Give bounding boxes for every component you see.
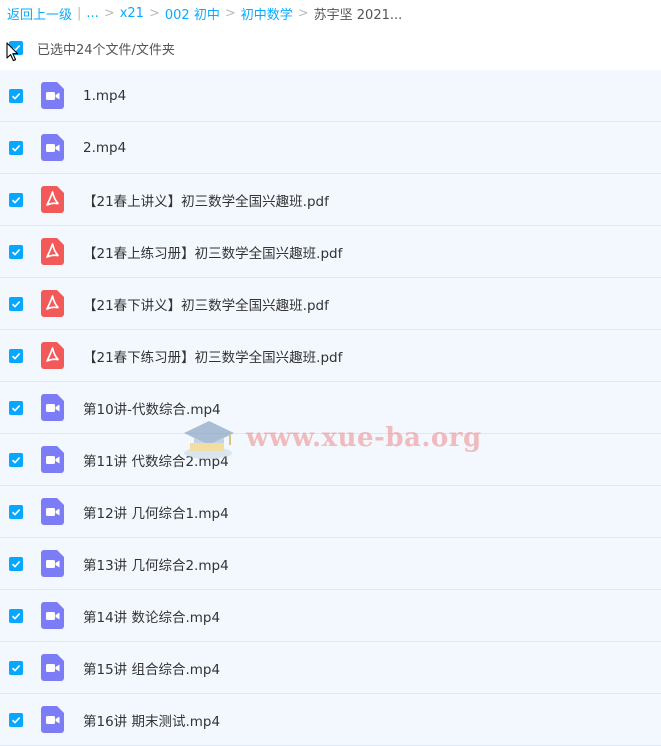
chevron-right-icon: >: [103, 5, 115, 21]
breadcrumb: 返回上一级 | ... > x21 > 002 初中 > 初中数学 > 苏宇坚 …: [0, 0, 661, 26]
mouse-cursor-icon: [6, 42, 19, 62]
video-file-icon: [41, 82, 64, 109]
file-row[interactable]: 第10讲-代数综合.mp4: [0, 382, 661, 434]
pdf-file-icon: [41, 342, 64, 369]
file-row[interactable]: 【21春上练习册】初三数学全国兴趣班.pdf: [0, 226, 661, 278]
chevron-right-icon: >: [224, 5, 236, 21]
breadcrumb-item-x21[interactable]: x21: [120, 6, 144, 21]
file-list: 1.mp4 2.mp4 【21春上讲义】初三数学全国兴趣班.pdf 【21春上练习册】…: [0, 70, 661, 746]
chevron-right-icon: >: [148, 5, 160, 21]
checkbox-checked-icon: [11, 508, 21, 516]
file-row[interactable]: 第14讲 数论综合.mp4: [0, 590, 661, 642]
file-checkbox[interactable]: [9, 660, 23, 675]
checkbox-checked-icon: [11, 664, 21, 672]
video-file-icon: [41, 446, 64, 473]
file-name[interactable]: 【21春上讲义】初三数学全国兴趣班.pdf: [83, 190, 329, 210]
file-name[interactable]: 1.mp4: [83, 88, 126, 104]
file-name[interactable]: 第14讲 数论综合.mp4: [83, 606, 220, 626]
selection-bar: 已选中24个文件/文件夹: [0, 26, 661, 70]
checkbox-checked-icon: [11, 560, 21, 568]
back-link[interactable]: 返回上一级: [7, 4, 72, 23]
pdf-file-icon: [41, 290, 64, 317]
selection-count-text: 已选中24个文件/文件夹: [37, 42, 175, 58]
file-checkbox[interactable]: [9, 296, 23, 311]
video-file-icon: [41, 498, 64, 525]
checkbox-checked-icon: [11, 612, 21, 620]
video-file-icon: [41, 602, 64, 629]
pdf-file-icon: [41, 238, 64, 265]
checkbox-checked-icon: [11, 92, 21, 100]
file-name[interactable]: 第11讲 代数综合2.mp4: [83, 450, 229, 470]
video-file-icon: [41, 394, 64, 421]
file-name[interactable]: 【21春下讲义】初三数学全国兴趣班.pdf: [83, 294, 329, 314]
file-checkbox[interactable]: [9, 556, 23, 571]
breadcrumb-divider: |: [77, 5, 82, 21]
checkbox-checked-icon: [11, 716, 21, 724]
checkbox-checked-icon: [11, 300, 21, 308]
file-name[interactable]: 【21春下练习册】初三数学全国兴趣班.pdf: [83, 346, 342, 366]
checkbox-checked-icon: [11, 404, 21, 412]
file-row[interactable]: 2.mp4: [0, 122, 661, 174]
checkbox-checked-icon: [11, 456, 21, 464]
file-row[interactable]: 第15讲 组合综合.mp4: [0, 642, 661, 694]
file-name[interactable]: 第10讲-代数综合.mp4: [83, 398, 221, 418]
video-file-icon: [41, 654, 64, 681]
file-row[interactable]: 【21春下练习册】初三数学全国兴趣班.pdf: [0, 330, 661, 382]
file-checkbox[interactable]: [9, 244, 23, 259]
file-name[interactable]: 第12讲 几何综合1.mp4: [83, 502, 229, 522]
pdf-file-icon: [41, 186, 64, 213]
file-checkbox[interactable]: [9, 140, 23, 155]
breadcrumb-ellipsis[interactable]: ...: [86, 6, 98, 21]
file-row[interactable]: 第12讲 几何综合1.mp4: [0, 486, 661, 538]
file-row[interactable]: 1.mp4: [0, 70, 661, 122]
breadcrumb-item-junior[interactable]: 002 初中: [165, 4, 220, 23]
checkbox-checked-icon: [11, 196, 21, 204]
file-checkbox[interactable]: [9, 712, 23, 727]
file-row[interactable]: 第16讲 期末测试.mp4: [0, 694, 661, 746]
file-checkbox[interactable]: [9, 88, 23, 103]
file-row[interactable]: 第13讲 几何综合2.mp4: [0, 538, 661, 590]
file-name[interactable]: 第15讲 组合综合.mp4: [83, 658, 220, 678]
breadcrumb-current: 苏宇坚 2021...: [313, 7, 403, 23]
checkbox-checked-icon: [11, 144, 21, 152]
breadcrumb-item-math[interactable]: 初中数学: [241, 4, 293, 23]
video-file-icon: [41, 706, 64, 733]
file-checkbox[interactable]: [9, 504, 23, 519]
file-row[interactable]: 【21春上讲义】初三数学全国兴趣班.pdf: [0, 174, 661, 226]
file-row[interactable]: 第11讲 代数综合2.mp4: [0, 434, 661, 486]
file-checkbox[interactable]: [9, 452, 23, 467]
file-checkbox[interactable]: [9, 348, 23, 363]
file-row[interactable]: 【21春下讲义】初三数学全国兴趣班.pdf: [0, 278, 661, 330]
file-checkbox[interactable]: [9, 400, 23, 415]
file-name[interactable]: 第13讲 几何综合2.mp4: [83, 554, 229, 574]
checkbox-checked-icon: [11, 248, 21, 256]
checkbox-checked-icon: [11, 352, 21, 360]
chevron-right-icon: >: [297, 5, 309, 21]
file-checkbox[interactable]: [9, 192, 23, 207]
file-name[interactable]: 2.mp4: [83, 140, 126, 156]
file-checkbox[interactable]: [9, 608, 23, 623]
file-name[interactable]: 【21春上练习册】初三数学全国兴趣班.pdf: [83, 242, 342, 262]
video-file-icon: [41, 134, 64, 161]
video-file-icon: [41, 550, 64, 577]
file-name[interactable]: 第16讲 期末测试.mp4: [83, 710, 220, 730]
